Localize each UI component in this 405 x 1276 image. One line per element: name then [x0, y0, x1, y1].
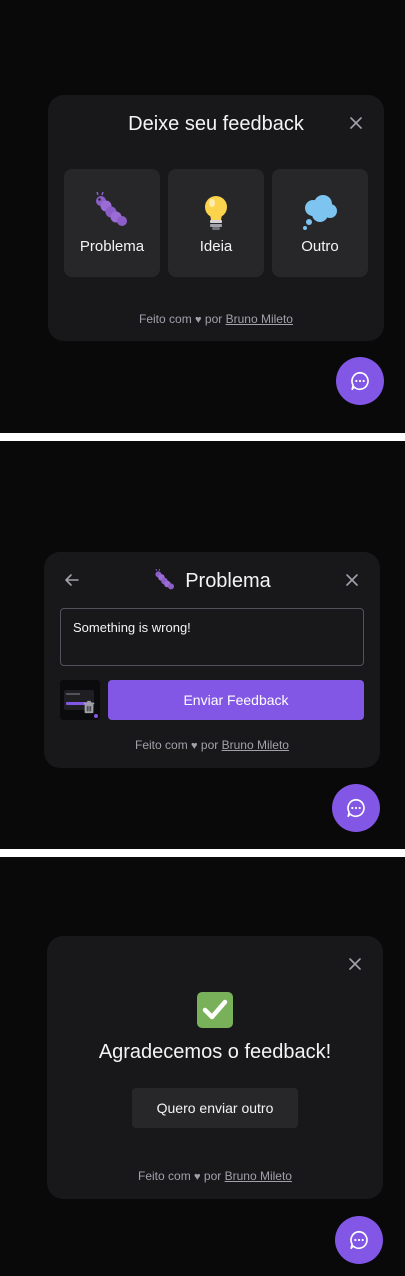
heart-icon: ♥: [191, 740, 198, 752]
close-icon: [346, 574, 358, 586]
panel-content-step: Problema Enviar Feedback Feito com: [0, 441, 405, 849]
author-link[interactable]: Bruno Mileto: [225, 1169, 292, 1183]
heart-icon: ♥: [194, 1171, 201, 1183]
widget-title: Problema: [44, 569, 380, 593]
close-icon: [350, 117, 362, 129]
feedback-comment-textarea[interactable]: [60, 608, 364, 666]
submit-feedback-button[interactable]: Enviar Feedback: [108, 680, 364, 720]
widget-footer: Feito com ♥ por Bruno Mileto: [135, 738, 289, 752]
send-another-button[interactable]: Quero enviar outro: [132, 1088, 298, 1128]
feedback-widget-card: Agradecemos o feedback! Quero enviar out…: [47, 936, 383, 1199]
type-label: Outro: [301, 237, 339, 255]
lightbulb-icon: [196, 192, 236, 232]
panel-select-type: Deixe seu feedback Problema Ideia Outro …: [0, 0, 405, 433]
worm-icon: [92, 191, 132, 232]
chat-bubble-icon: [347, 798, 365, 818]
trash-icon: [83, 700, 95, 714]
thought-bubble-icon: [300, 192, 340, 232]
type-button-ideia[interactable]: Ideia: [168, 169, 264, 277]
close-button[interactable]: [346, 113, 366, 133]
feedback-widget-card: Problema Enviar Feedback Feito com: [44, 552, 380, 768]
panel-success-step: Agradecemos o feedback! Quero enviar out…: [0, 857, 405, 1276]
feedback-launcher-button[interactable]: [332, 784, 380, 832]
chat-bubble-icon: [351, 371, 369, 391]
type-button-problema[interactable]: Problema: [64, 169, 160, 277]
feedback-launcher-button[interactable]: [335, 1216, 383, 1264]
check-mark-icon: [197, 992, 233, 1028]
close-icon: [349, 958, 361, 970]
author-link[interactable]: Bruno Mileto: [226, 312, 293, 326]
widget-footer: Feito com ♥ por Bruno Mileto: [138, 1169, 292, 1183]
type-label: Ideia: [199, 237, 233, 255]
author-link[interactable]: Bruno Mileto: [222, 738, 289, 752]
close-button[interactable]: [345, 954, 365, 974]
feedback-widget-card: Deixe seu feedback Problema Ideia Outro …: [48, 95, 384, 341]
success-message: Agradecemos o feedback!: [98, 1041, 332, 1063]
screenshot-thumbnail-button[interactable]: [60, 680, 100, 720]
widget-footer: Feito com ♥ por Bruno Mileto: [139, 312, 293, 326]
widget-title: Deixe seu feedback: [128, 113, 304, 135]
type-label: Problema: [79, 237, 145, 255]
worm-icon: [155, 569, 175, 590]
chat-bubble-icon: [350, 1230, 368, 1250]
heart-icon: ♥: [195, 314, 202, 326]
feedback-launcher-button[interactable]: [336, 357, 384, 405]
close-button[interactable]: [342, 570, 362, 590]
type-button-outro[interactable]: Outro: [272, 169, 368, 277]
